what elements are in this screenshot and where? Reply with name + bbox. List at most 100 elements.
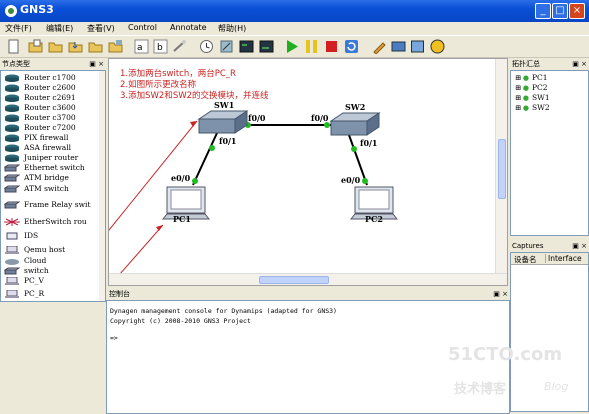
node-type-item[interactable]: PC_V [3, 276, 103, 286]
canvas-v-scroll-thumb[interactable] [498, 139, 506, 199]
watermark: 51CTO.com 技术博客 Blog [448, 344, 588, 404]
node-type-label: Cloud [24, 256, 47, 265]
switch-icon [4, 164, 20, 172]
router-icon [5, 74, 19, 82]
node-type-label: ATM switch [24, 184, 69, 193]
node-type-label: Router c2600 [24, 83, 76, 92]
node-type-item[interactable]: Juniper router [3, 153, 103, 163]
node-type-item[interactable]: Router c2600 [3, 83, 103, 93]
topology-summary-title: 拓扑汇总 [512, 60, 540, 68]
expand-icon[interactable]: ⊞ [515, 84, 521, 92]
clock-icon[interactable] [199, 39, 214, 54]
panel-float-close-icon[interactable]: ▣ × [572, 240, 587, 252]
add-note-icon[interactable] [372, 39, 387, 54]
menu-control[interactable]: Control [128, 23, 157, 32]
show-hostnames-icon[interactable]: b [153, 39, 168, 54]
save-as-icon[interactable] [88, 39, 103, 54]
node-type-item[interactable]: Router c7200 [3, 123, 103, 133]
node-type-item[interactable]: PC_R [3, 289, 103, 299]
add-link-icon[interactable] [172, 39, 187, 54]
node-type-item[interactable]: ATM bridge [3, 173, 103, 183]
node-type-item[interactable]: Router c3600 [3, 103, 103, 113]
arrow-head-pc1 [156, 225, 163, 231]
maximize-button[interactable]: □ [552, 3, 568, 19]
node-type-item[interactable]: EtherSwitch rou [3, 217, 103, 227]
menu-file[interactable]: 文件(F) [5, 23, 32, 34]
open-folder-icon[interactable] [48, 39, 63, 54]
router-icon [5, 144, 19, 152]
node-type-label: Frame Relay swit [24, 200, 91, 209]
node-type-item[interactable]: Frame Relay swit [3, 200, 103, 210]
captures-col-interface[interactable]: Interface [545, 254, 582, 263]
capture-icon[interactable] [219, 39, 234, 54]
topology-canvas[interactable]: 1.添加两台switch，两台PC_R 2.如图所示更改名称 3.添加SW2和S… [108, 58, 508, 286]
panel-float-close-icon[interactable]: ▣ × [572, 58, 587, 70]
svg-text:a: a [137, 43, 143, 53]
status-led-icon: ● [522, 94, 529, 102]
close-button[interactable]: × [569, 3, 585, 19]
node-type-item[interactable]: switch [3, 266, 103, 276]
menu-annotate[interactable]: Annotate [170, 23, 207, 32]
minimize-button[interactable]: _ [535, 3, 551, 19]
reload-all-icon[interactable] [344, 39, 359, 54]
node-list-scrollbar[interactable] [99, 71, 105, 301]
topology-summary-item[interactable]: ⊞ ● PC2 [515, 83, 548, 93]
export-icon[interactable] [108, 39, 123, 54]
canvas-h-scroll-thumb[interactable] [259, 276, 329, 284]
menu-help[interactable]: 帮助(H) [218, 23, 246, 34]
topology-summary-item[interactable]: ⊞ ● PC1 [515, 73, 548, 83]
node-type-item[interactable]: ASA firewall [3, 143, 103, 153]
node-type-item[interactable]: Cloud [3, 256, 103, 266]
canvas-h-scrollbar[interactable] [109, 273, 507, 285]
panel-float-close-icon[interactable]: ▣ × [493, 288, 508, 300]
show-interface-labels-icon[interactable]: a [134, 39, 149, 54]
node-type-label: Router c3600 [24, 103, 76, 112]
console-all-icon[interactable] [259, 39, 274, 54]
draw-ellipse-icon[interactable] [430, 39, 445, 54]
stop-all-icon[interactable] [324, 39, 339, 54]
node-type-item[interactable]: IDS [3, 231, 103, 241]
captures-col-device[interactable]: 设备名 [514, 254, 537, 265]
node-type-item[interactable]: Router c2691 [3, 93, 103, 103]
sw2-f00-label: f0/0 [311, 113, 329, 123]
console-header: 控制台 ▣ × [106, 288, 510, 300]
watermark-brand: 51CTO.com [448, 344, 563, 365]
node-type-item[interactable]: ATM switch [3, 184, 103, 194]
insert-picture-icon[interactable] [391, 39, 406, 54]
console-line-1: Dynagen management console for Dynamips … [110, 307, 337, 315]
expand-icon[interactable]: ⊞ [515, 74, 521, 82]
node-type-item[interactable]: Router c1700 [3, 73, 103, 83]
topology-summary-item[interactable]: ⊞ ● SW1 [515, 93, 550, 103]
menu-view[interactable]: 查看(V) [87, 23, 115, 34]
expand-icon[interactable]: ⊞ [515, 94, 521, 102]
node-type-item[interactable]: PIX firewall [3, 133, 103, 143]
new-file-icon[interactable] [6, 39, 21, 54]
suspend-all-icon[interactable] [304, 39, 319, 54]
topology-summary-list: ⊞ ● PC1 ⊞ ● PC2 ⊞ ● SW1 ⊞ ● SW2 [510, 70, 589, 236]
router-icon [5, 134, 19, 142]
node-type-label: IDS [24, 231, 39, 240]
save-icon[interactable] [68, 39, 83, 54]
link-led [351, 146, 357, 152]
console-line-2: Copyright (c) 2008-2010 GNS3 Project [110, 317, 251, 325]
start-all-icon[interactable] [284, 39, 299, 54]
panel-float-close-icon[interactable]: ▣ × [89, 58, 104, 70]
node-type-item[interactable]: Ethernet switch [3, 163, 103, 173]
node-type-label: PC_V [24, 276, 44, 285]
node-type-item[interactable]: Router c3700 [3, 113, 103, 123]
link-sw1-pc1[interactable] [192, 132, 218, 186]
node-type-item[interactable]: Qemu host [3, 245, 103, 255]
captures-title: Captures [512, 242, 544, 250]
expand-icon[interactable]: ⊞ [515, 104, 521, 112]
switch-sw1-icon[interactable] [197, 110, 249, 134]
draw-rectangle-icon[interactable] [410, 39, 425, 54]
topology-summary-item[interactable]: ⊞ ● SW2 [515, 103, 550, 113]
canvas-v-scrollbar[interactable] [495, 59, 507, 273]
menu-edit[interactable]: 编辑(E) [46, 23, 73, 34]
terminal-icon[interactable] [239, 39, 254, 54]
node-type-label: Juniper router [24, 153, 79, 162]
arrow-to-pc1 [120, 224, 164, 273]
switch-sw2-icon[interactable] [329, 112, 381, 136]
node-type-label: PC_R [24, 289, 45, 298]
new-project-icon[interactable] [28, 39, 43, 54]
